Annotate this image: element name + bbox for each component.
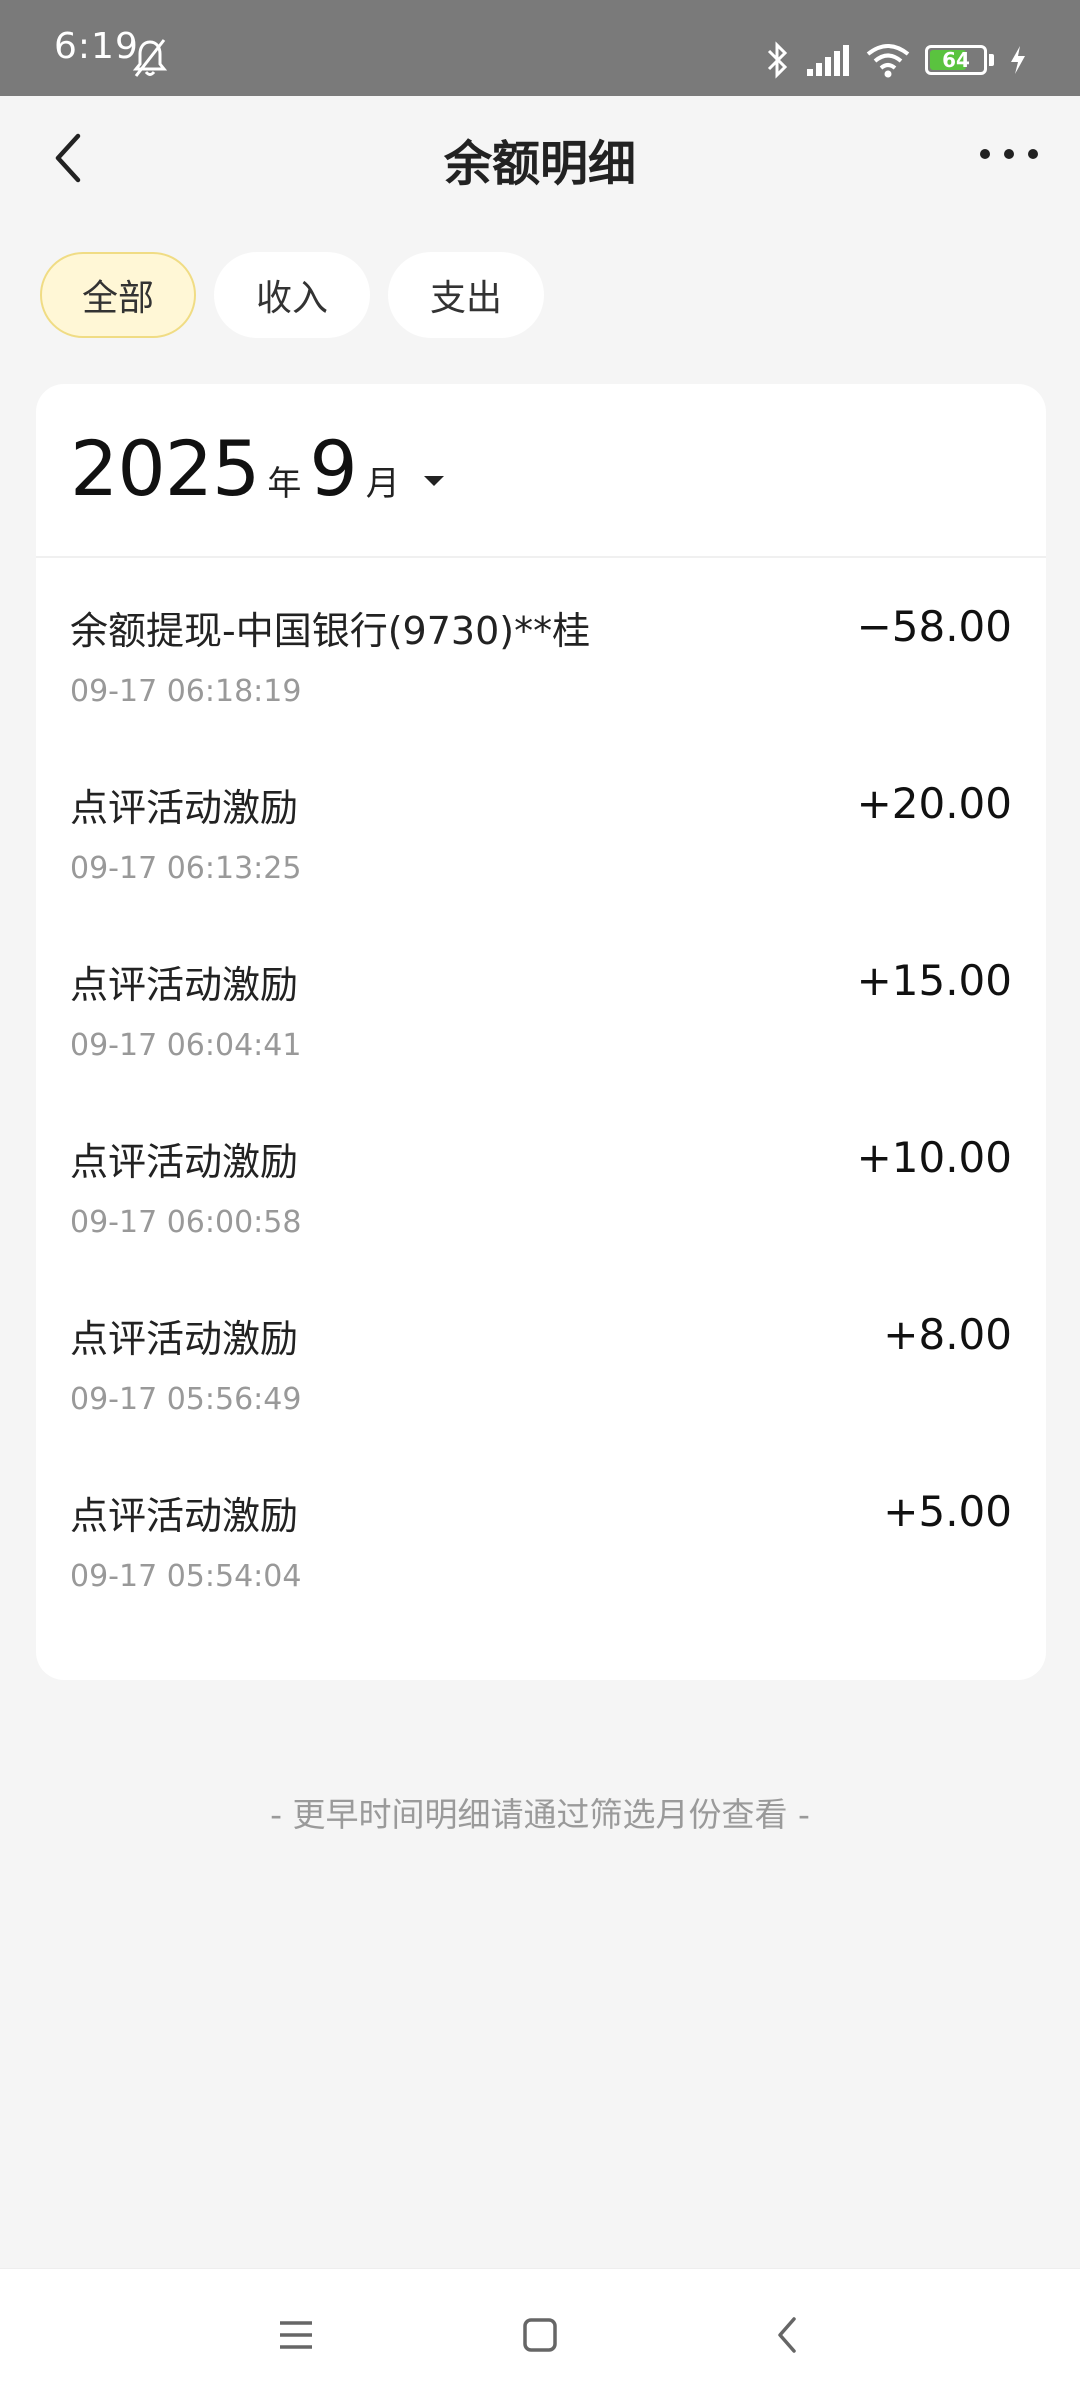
month-picker[interactable]: 2025 年 9 月 (70, 424, 446, 524)
transaction-amount: +20.00 (856, 779, 1012, 828)
more-horizontal-icon[interactable] (976, 136, 1042, 172)
footer-note: - 更早时间明细请通过筛选月份查看 - (270, 1795, 810, 1834)
status-bar: 6:19 64 (0, 0, 1080, 96)
battery-tip (989, 54, 994, 66)
transaction-item[interactable]: 点评活动激励 09-17 06:13:25 +20.00 (36, 735, 1046, 912)
transaction-title: 点评活动激励 (70, 1494, 299, 1538)
filter-tabs: 全部 收入 支出 (40, 252, 544, 338)
transaction-title: 点评活动激励 (70, 1140, 299, 1184)
transaction-title: 点评活动激励 (70, 786, 299, 830)
transaction-item[interactable]: 点评活动激励 09-17 06:00:58 +10.00 (36, 1089, 1046, 1266)
transaction-amount: +10.00 (856, 1133, 1012, 1182)
transaction-amount: +5.00 (883, 1487, 1012, 1536)
filter-chip-all[interactable]: 全部 (40, 252, 196, 338)
menu-icon[interactable] (272, 2313, 320, 2357)
transaction-time: 09-17 05:56:49 (70, 1382, 302, 1417)
transaction-list: 余额提现-中国银行(9730)**桂 09-17 06:18:19 −58.00… (36, 558, 1046, 1620)
transaction-time: 09-17 06:18:19 (70, 674, 302, 709)
filter-chip-income[interactable]: 收入 (214, 252, 370, 338)
month-picker-year: 2025 (70, 424, 260, 513)
transactions-card: 2025 年 9 月 余额提现-中国银行(9730)**桂 09-17 06:1… (36, 384, 1046, 1680)
transaction-item[interactable]: 点评活动激励 09-17 05:56:49 +8.00 (36, 1266, 1046, 1443)
status-icons: 64 (765, 38, 1028, 82)
status-time: 6:19 (54, 26, 139, 67)
charging-icon (1011, 46, 1025, 74)
transaction-time: 09-17 06:04:41 (70, 1028, 302, 1063)
transaction-title: 点评活动激励 (70, 963, 299, 1007)
transaction-time: 09-17 06:13:25 (70, 851, 302, 886)
transaction-time: 09-17 05:54:04 (70, 1559, 302, 1594)
battery-icon: 64 (925, 45, 987, 75)
bluetooth-icon (767, 41, 788, 79)
system-nav-bar (0, 2268, 1080, 2400)
wifi-icon (866, 44, 910, 78)
signal-icon (807, 45, 849, 76)
bell-off-icon (132, 39, 168, 77)
back-triangle-icon[interactable] (764, 2313, 812, 2357)
month-picker-year-unit: 年 (267, 464, 302, 504)
transaction-amount: +8.00 (883, 1310, 1012, 1359)
month-picker-month: 9 (309, 424, 358, 513)
caret-down-icon (423, 476, 444, 486)
transaction-item[interactable]: 点评活动激励 09-17 05:54:04 +5.00 (36, 1443, 1046, 1620)
home-square-icon[interactable] (516, 2313, 564, 2357)
transaction-amount: −58.00 (856, 602, 1012, 651)
transaction-item[interactable]: 点评活动激励 09-17 06:04:41 +15.00 (36, 912, 1046, 1089)
transaction-amount: +15.00 (856, 956, 1012, 1005)
header: 余额明细 (0, 96, 1080, 220)
transaction-item[interactable]: 余额提现-中国银行(9730)**桂 09-17 06:18:19 −58.00 (36, 558, 1046, 735)
transaction-title: 余额提现-中国银行(9730)**桂 (70, 609, 591, 653)
transaction-title: 点评活动激励 (70, 1317, 299, 1361)
month-picker-month-unit: 月 (365, 464, 400, 504)
transaction-time: 09-17 06:00:58 (70, 1205, 302, 1240)
page-title: 余额明细 (443, 136, 636, 192)
battery-level: 64 (942, 48, 970, 72)
filter-chip-expense[interactable]: 支出 (388, 252, 544, 338)
